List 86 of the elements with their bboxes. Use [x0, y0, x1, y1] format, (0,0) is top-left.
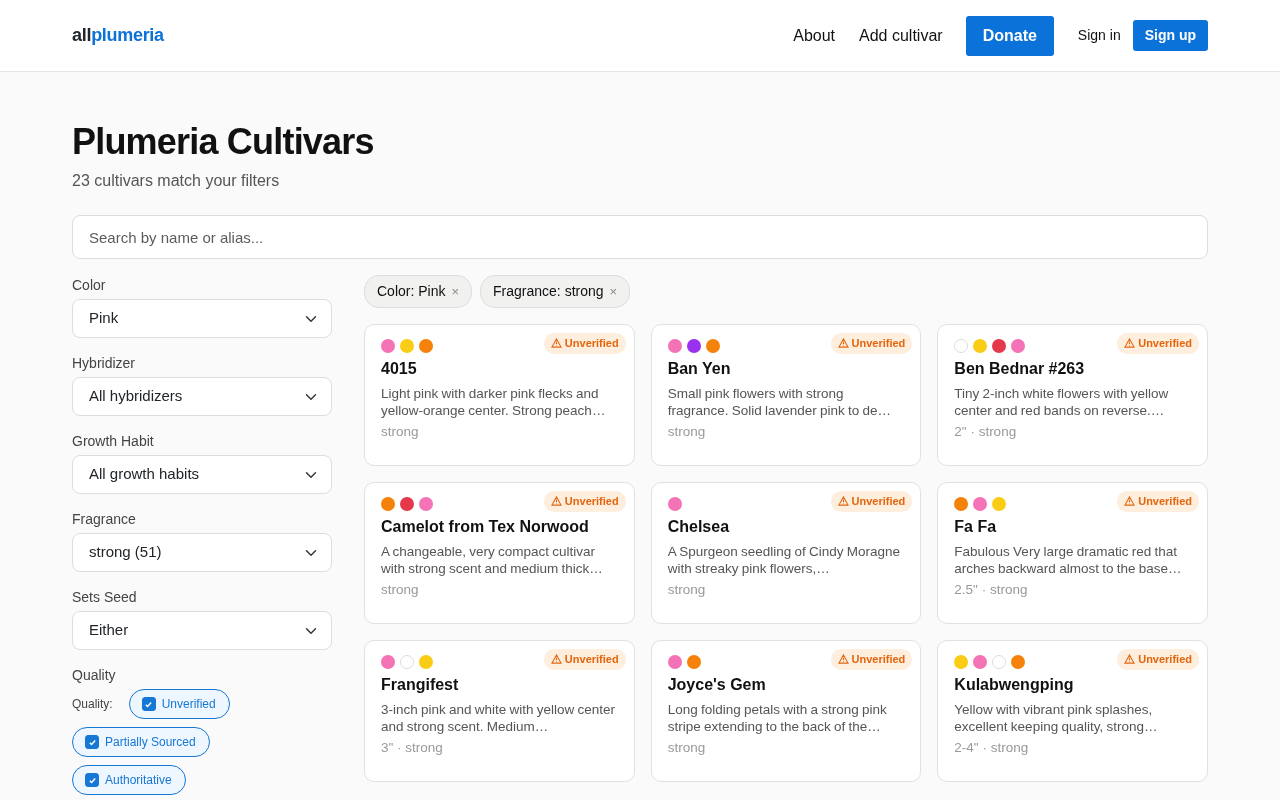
- cultivar-name: Ban Yen: [667, 359, 732, 380]
- cultivar-description: Long folding petals with a strong pink stripe extending to the back of the…: [667, 701, 888, 736]
- checkbox[interactable]: [85, 773, 99, 788]
- nav-link[interactable]: About: [793, 23, 836, 48]
- cultivar-name: Ben Bednar #263: [954, 359, 1086, 380]
- check-icon: [87, 775, 97, 785]
- cultivar-card[interactable]: Unverified Ban Yen Small pink flowers with strong fragrance. Solid lavender pink to de… strong: [650, 324, 922, 467]
- filter-chip[interactable]: Color: Pink ×: [364, 275, 473, 309]
- cultivar-meta: strong: [667, 739, 707, 758]
- unverified-badge: Unverified: [543, 333, 626, 354]
- filter-select[interactable]: strong (51): [72, 533, 332, 573]
- warning-icon: [1124, 496, 1136, 507]
- cultivar-meta: 2-4" · strong: [954, 739, 1030, 758]
- cultivar-name: 4015: [381, 359, 418, 380]
- cultivar-meta: 2" · strong: [954, 423, 1018, 442]
- check-icon: [144, 699, 154, 709]
- cultivar-description: Fabulous Very large dramatic red that arches backward almost to the base…: [954, 543, 1183, 578]
- cultivar-description: A changeable, very compact cultivar with strong scent and medium thick…: [381, 543, 604, 578]
- unverified-badge: Unverified: [830, 649, 913, 670]
- cultivar-card[interactable]: Unverified Chelsea A Spurgeon seedling of Cindy Moragne with streaky pink flowers,… strong: [650, 482, 922, 625]
- quality-option[interactable]: Unverified: [128, 689, 230, 720]
- cultivar-meta: strong: [667, 423, 707, 442]
- unverified-badge: Unverified: [1117, 491, 1199, 512]
- filter-label: Hybridizer: [72, 354, 136, 374]
- filter-select[interactable]: All growth habits: [72, 455, 332, 495]
- cultivar-card[interactable]: Unverified Camelot from Tex Norwood A changeable, very compact cultivar with strong scent and medium thick… strong: [364, 482, 635, 625]
- cultivar-name: Camelot from Tex Norwood: [381, 517, 590, 538]
- warning-icon: [1124, 654, 1136, 665]
- unverified-badge: Unverified: [830, 491, 913, 512]
- cultivar-name: Joyce's Gem: [667, 675, 767, 696]
- unverified-badge: Unverified: [543, 491, 626, 512]
- page-title: Plumeria Cultivars: [72, 120, 375, 164]
- filter-select[interactable]: Either: [72, 611, 332, 651]
- cultivar-card[interactable]: Unverified Kulabwengping Yellow with vibrant pink splashes, excellent keeping quality, strong… 2-4" · strong: [937, 640, 1208, 783]
- cultivar-description: Light pink with darker pink flecks and yellow-orange center. Strong peach…: [381, 385, 607, 420]
- cultivar-name: Frangifest: [381, 675, 460, 696]
- warning-icon: [1124, 338, 1136, 349]
- unverified-badge: Unverified: [1117, 649, 1199, 670]
- cultivar-name: Chelsea: [667, 517, 731, 538]
- cultivar-description: A Spurgeon seedling of Cindy Moragne with streaky pink flowers,…: [667, 543, 902, 578]
- sign-up-button[interactable]: Sign up: [1132, 20, 1208, 51]
- cultivar-card[interactable]: Unverified Fa Fa Fabulous Very large dramatic red that arches backward almost to the base… 2.5" · strong: [937, 482, 1208, 625]
- search-field[interactable]: Search by name or alias...: [72, 215, 1208, 260]
- result-count: 23 cultivars match your filters: [72, 171, 281, 192]
- filter-chip[interactable]: Fragrance: strong ×: [480, 275, 631, 309]
- warning-icon: [837, 496, 849, 507]
- filter-label: Growth Habit: [72, 432, 155, 452]
- cultivar-meta: strong: [381, 581, 420, 600]
- sign-in-link[interactable]: Sign in: [1077, 25, 1121, 46]
- cultivar-meta: 2.5" · strong: [954, 581, 1029, 600]
- warning-icon: [550, 654, 562, 665]
- cultivar-card[interactable]: Unverified Ben Bednar #263 Tiny 2-inch white flowers with yellow center and red bands on reverse.… 2" · strong: [937, 324, 1208, 467]
- checkbox[interactable]: [141, 697, 156, 712]
- cultivar-meta: strong: [381, 423, 420, 442]
- filter-select[interactable]: Pink: [72, 299, 332, 339]
- warning-icon: [550, 338, 562, 349]
- nav-link[interactable]: Add cultivar: [859, 23, 943, 48]
- filter-label: Color: [72, 276, 107, 296]
- checkbox[interactable]: [85, 735, 99, 750]
- quality-label: Quality:: [72, 696, 113, 714]
- cultivar-description: Small pink flowers with strong fragrance. Solid lavender pink to de…: [667, 385, 893, 420]
- cultivar-meta: 3" · strong: [381, 739, 444, 758]
- cultivar-card[interactable]: Unverified Joyce's Gem Long folding petals with a strong pink stripe extending to the back of the… strong: [650, 640, 922, 783]
- quality-option[interactable]: Partially Sourced: [72, 727, 210, 758]
- warning-icon: [837, 654, 849, 665]
- unverified-badge: Unverified: [543, 649, 626, 670]
- cultivar-description: Tiny 2-inch white flowers with yellow center and red bands on reverse.…: [954, 385, 1170, 420]
- filter-label: Quality: [72, 666, 117, 686]
- warning-icon: [550, 496, 562, 507]
- cultivar-name: Fa Fa: [954, 517, 998, 538]
- filter-label: Fragrance: [72, 510, 137, 530]
- cultivar-name: Kulabwengping: [954, 675, 1075, 696]
- warning-icon: [837, 338, 849, 349]
- donate-button[interactable]: Donate: [965, 15, 1054, 56]
- cultivar-card[interactable]: Unverified Frangifest 3-inch pink and white with yellow center and strong scent. Medium… 3" · strong: [364, 640, 635, 783]
- cultivar-description: 3-inch pink and white with yellow center and strong scent. Medium…: [381, 701, 617, 736]
- unverified-badge: Unverified: [1117, 333, 1199, 354]
- filter-label: Sets Seed: [72, 588, 138, 608]
- cultivar-description: Yellow with vibrant pink splashes, excellent keeping quality, strong…: [954, 701, 1159, 736]
- check-icon: [87, 737, 97, 747]
- cultivar-meta: strong: [667, 581, 707, 600]
- quality-option[interactable]: Authoritative: [72, 765, 186, 796]
- cultivar-card[interactable]: Unverified 4015 Light pink with darker pink flecks and yellow-orange center. Strong peach… strong: [364, 324, 635, 467]
- logo-link[interactable]: allplumeria: [72, 22, 164, 49]
- unverified-badge: Unverified: [830, 333, 913, 354]
- filter-select[interactable]: All hybridizers: [72, 377, 332, 417]
